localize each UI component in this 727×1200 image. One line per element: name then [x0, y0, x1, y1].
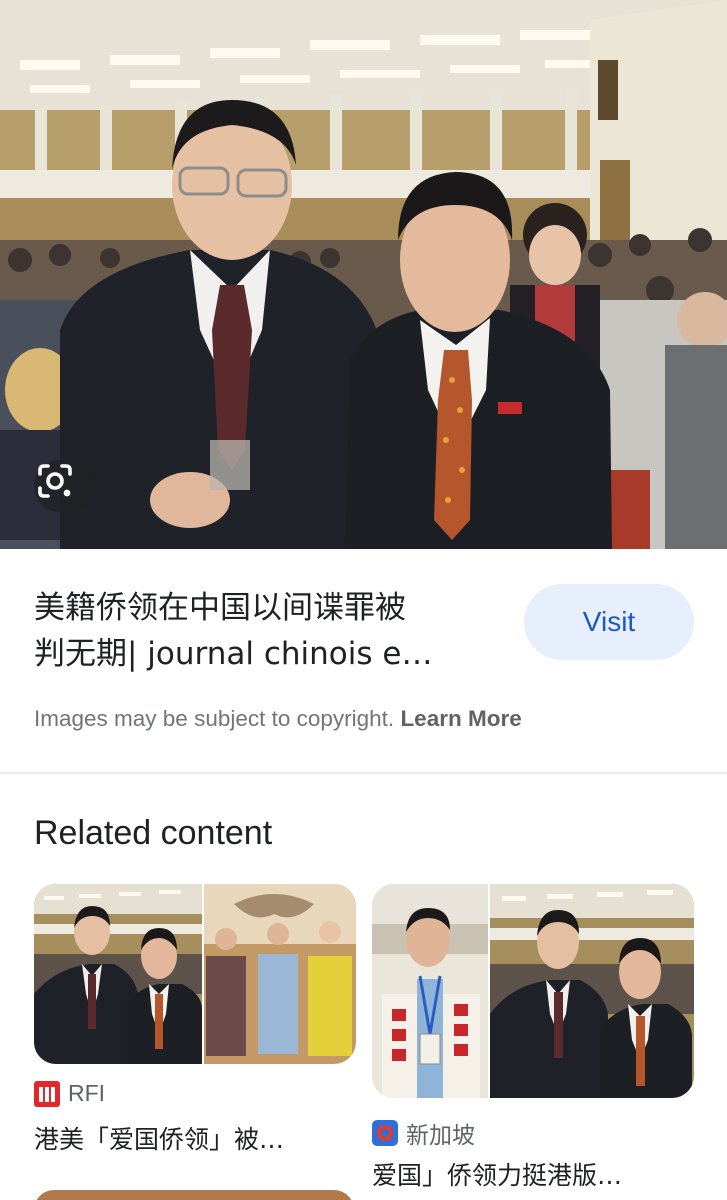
- google-lens-icon: [38, 464, 72, 498]
- circle-logo-icon: [372, 1120, 398, 1146]
- related-card-2-image[interactable]: [372, 884, 694, 1098]
- result-title-line1: 美籍侨领在中国以间谍罪被: [34, 590, 406, 626]
- next-card-image-peek[interactable]: [34, 1190, 354, 1200]
- related-card-2-title[interactable]: 爱国」侨领力挺港版…: [372, 1156, 622, 1192]
- related-card-1-title[interactable]: 港美「爱国侨领」被…: [34, 1120, 284, 1156]
- related-card-1-source-name: RFI: [68, 1080, 106, 1106]
- rfi-logo-icon: [34, 1080, 60, 1107]
- copyright-text: Images may be subject to copyright.: [34, 706, 401, 731]
- related-card-2-source-name: 新加坡: [406, 1122, 475, 1148]
- copyright-notice: Images may be subject to copyright. Lear…: [34, 706, 714, 732]
- related-content-heading: Related content: [34, 814, 273, 852]
- related-card-2-source[interactable]: 新加坡: [372, 1116, 475, 1150]
- related-card-1-image[interactable]: [34, 884, 356, 1064]
- hero-photo: [0, 0, 727, 549]
- related-card-2-thumbnail: [372, 884, 694, 1098]
- related-card-1-source[interactable]: RFI: [34, 1080, 105, 1107]
- divider: [0, 772, 727, 774]
- google-lens-button[interactable]: [34, 460, 96, 512]
- result-title[interactable]: 美籍侨领在中国以间谍罪被 判无期| journal chinois e…: [34, 585, 504, 677]
- related-card-1-thumbnail: [34, 884, 356, 1064]
- result-title-line2: 判无期| journal chinois e…: [34, 636, 433, 672]
- visit-button[interactable]: Visit: [524, 584, 694, 660]
- hero-image[interactable]: [0, 0, 727, 549]
- learn-more-link[interactable]: Learn More: [400, 706, 521, 731]
